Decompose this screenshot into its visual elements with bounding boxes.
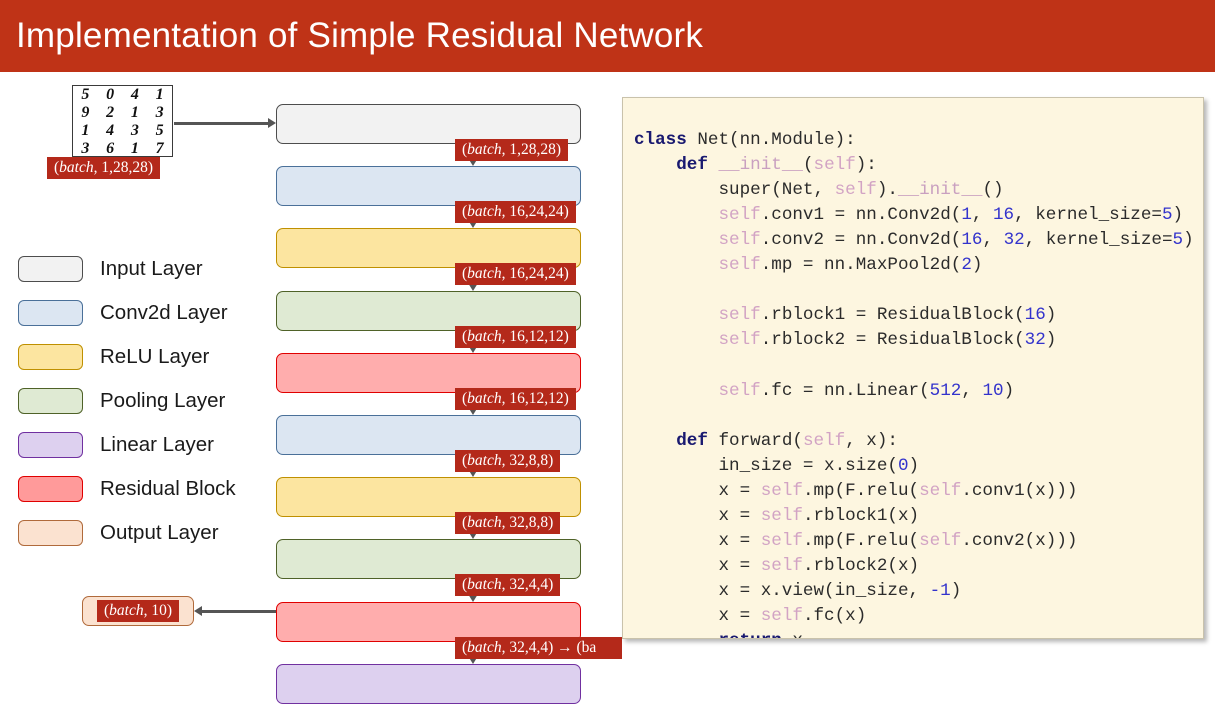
layer-block-linear bbox=[276, 663, 581, 704]
legend-swatch bbox=[18, 388, 83, 414]
shape-tag: (batch, 1,28,28) bbox=[455, 139, 569, 161]
mnist-digit: 1 bbox=[130, 140, 139, 157]
mnist-digit: 9 bbox=[81, 104, 90, 121]
layer-block-residual bbox=[276, 352, 581, 393]
legend-label: Input Layer bbox=[100, 257, 203, 280]
shape-tag: (batch, 16,24,24) bbox=[455, 201, 576, 224]
code-panel: class Net(nn.Module): def __init__(self)… bbox=[622, 97, 1204, 639]
input-shape-tag: (batch, 1,28,28) bbox=[47, 157, 161, 179]
shape-tag: (batch, 16,24,24) bbox=[455, 263, 576, 286]
legend-label: Residual Block bbox=[100, 477, 236, 500]
page-title: Implementation of Simple Residual Networ… bbox=[16, 16, 704, 55]
legend-label: Output Layer bbox=[100, 521, 219, 544]
legend-swatch bbox=[18, 300, 83, 326]
mnist-digit: 3 bbox=[155, 104, 164, 121]
slide-canvas: Implementation of Simple Residual Networ… bbox=[0, 0, 1215, 704]
layer-block-conv bbox=[276, 415, 581, 455]
mnist-digit: 1 bbox=[81, 122, 90, 139]
shape-tag: (batch, 32,8,8) bbox=[455, 450, 561, 472]
output-arrow bbox=[202, 610, 276, 613]
layer-block-input bbox=[276, 104, 581, 144]
legend-swatch bbox=[18, 256, 83, 282]
input-arrow bbox=[174, 122, 268, 125]
layer-block-relu bbox=[276, 477, 581, 518]
legend-swatch bbox=[18, 432, 83, 458]
shape-tag: (batch, 32,8,8) bbox=[455, 512, 561, 535]
output-shape-tag: (batch, 10) bbox=[96, 600, 180, 622]
shape-tag: (batch, 32,4,4) bbox=[455, 574, 561, 597]
mnist-digit: 3 bbox=[81, 140, 90, 157]
layer-block-pool bbox=[276, 290, 581, 331]
legend-swatch bbox=[18, 344, 83, 370]
layer-block-pool bbox=[276, 539, 581, 580]
mnist-digit: 6 bbox=[106, 140, 115, 157]
input-arrow-head bbox=[268, 117, 276, 128]
mnist-digit: 5 bbox=[155, 122, 164, 139]
layer-block-residual bbox=[276, 601, 581, 642]
output-layer-box: (batch, 10) bbox=[82, 596, 194, 626]
legend-label: ReLU Layer bbox=[100, 345, 210, 368]
shape-tag: (batch, 16,12,12) bbox=[455, 387, 576, 410]
shape-tag: (batch, 16,12,12) bbox=[455, 325, 576, 348]
layer-block-conv bbox=[276, 166, 581, 207]
mnist-digit: 1 bbox=[155, 86, 164, 103]
code-block: class Net(nn.Module): def __init__(self)… bbox=[634, 129, 1194, 638]
title-bar: Implementation of Simple Residual Networ… bbox=[0, 0, 1215, 72]
mnist-digit: 4 bbox=[106, 122, 115, 139]
legend-swatch bbox=[18, 520, 83, 546]
mnist-digit: 5 bbox=[81, 86, 90, 103]
mnist-digit: 2 bbox=[106, 104, 115, 121]
output-arrow-head bbox=[194, 605, 202, 616]
legend-label: Conv2d Layer bbox=[100, 301, 228, 324]
legend-label: Pooling Layer bbox=[100, 389, 226, 412]
mnist-digit: 3 bbox=[130, 122, 139, 139]
mnist-digit: 1 bbox=[130, 104, 139, 121]
layer-block-relu bbox=[276, 228, 581, 269]
legend-label: Linear Layer bbox=[100, 433, 214, 456]
mnist-digit: 0 bbox=[106, 86, 115, 103]
mnist-digit: 4 bbox=[130, 86, 139, 103]
mnist-digit: 7 bbox=[155, 140, 164, 157]
legend-swatch bbox=[18, 476, 83, 502]
mnist-digit-grid: 5041921314353617 bbox=[72, 85, 173, 157]
